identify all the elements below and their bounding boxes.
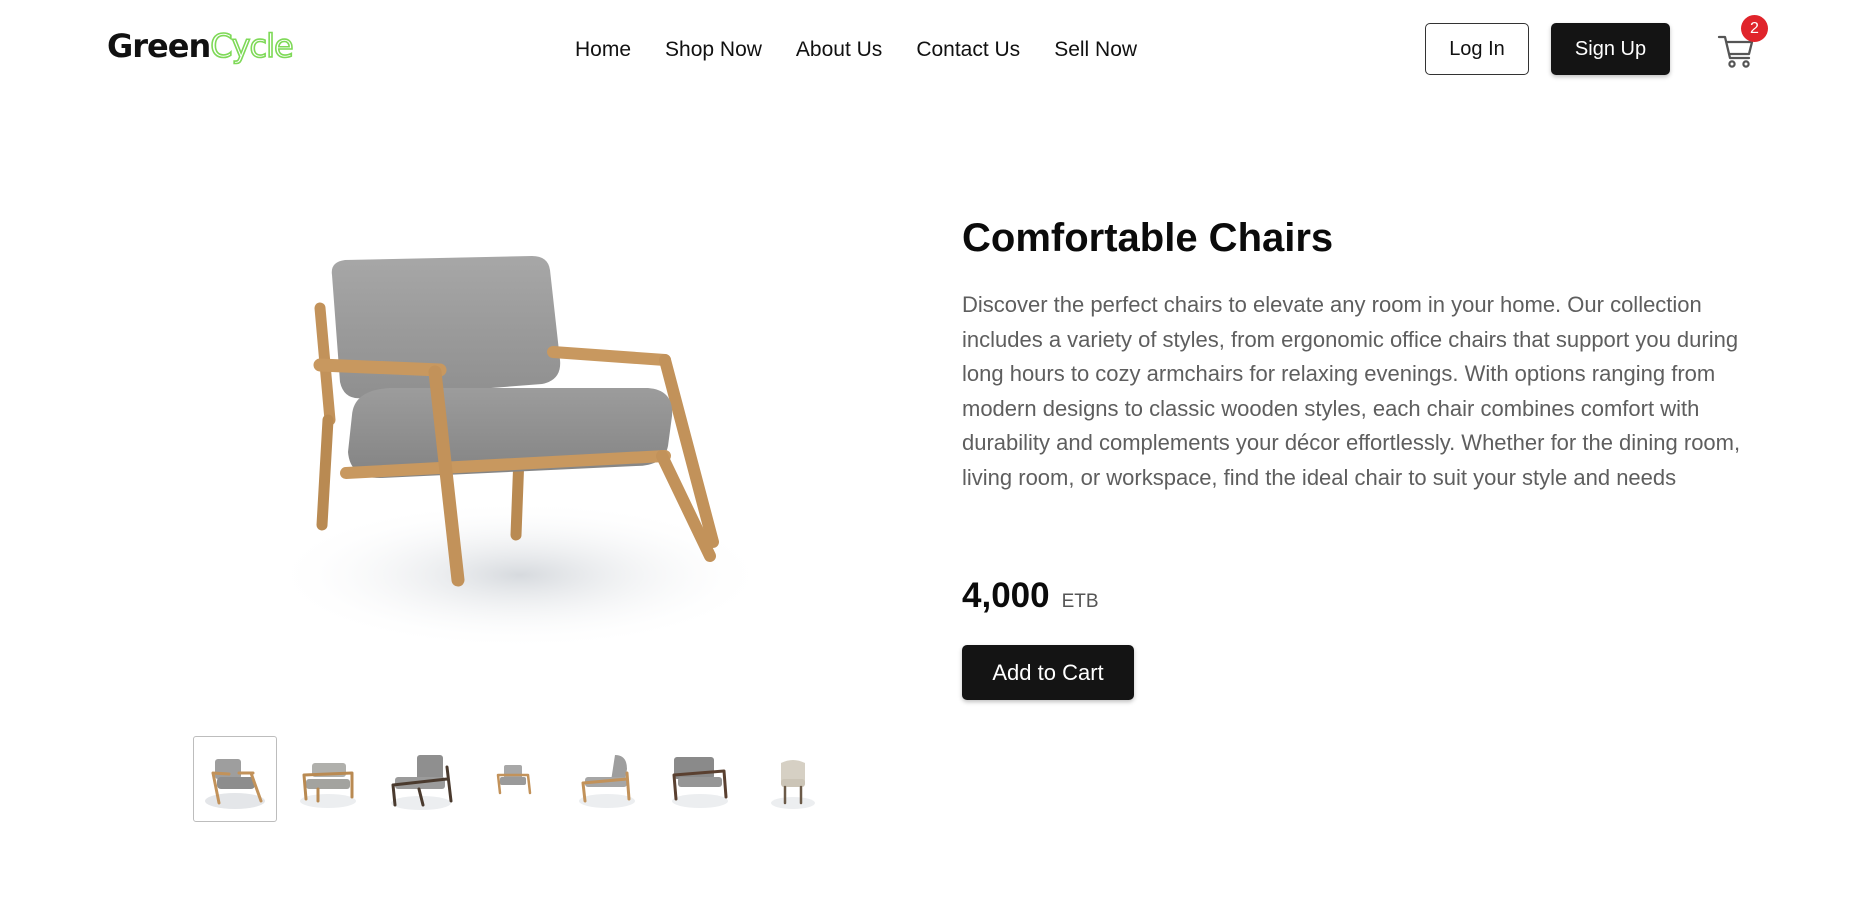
- product-main-image: [270, 220, 790, 680]
- nav-item-about-us[interactable]: About Us: [796, 36, 882, 64]
- product-thumbnails: [193, 736, 844, 822]
- login-button[interactable]: Log In: [1425, 23, 1529, 75]
- cart-count-badge: 2: [1741, 15, 1768, 42]
- brand-logo[interactable]: GreenCycle: [107, 26, 294, 66]
- price-amount: 4,000: [962, 576, 1050, 615]
- nav-item-contact-us[interactable]: Contact Us: [916, 36, 1020, 64]
- nav-item-shop-now[interactable]: Shop Now: [665, 36, 762, 64]
- brand-logo-part1: Green: [107, 27, 211, 65]
- signup-button[interactable]: Sign Up: [1551, 23, 1670, 75]
- chair-thumb-3[interactable]: [379, 736, 463, 822]
- nav-item-home[interactable]: Home: [575, 36, 631, 64]
- product-description: Discover the perfect chairs to elevate a…: [962, 292, 1741, 490]
- chair-thumb-5[interactable]: [565, 736, 649, 822]
- add-to-cart-button[interactable]: Add to Cart: [962, 645, 1134, 700]
- chair-thumb-6[interactable]: [658, 736, 742, 822]
- brand-logo-part2: Cycle: [209, 26, 294, 66]
- product-price: 4,000 ETB: [962, 576, 1099, 616]
- chair-thumb-1[interactable]: [193, 736, 277, 822]
- chair-thumb-4[interactable]: [472, 736, 556, 822]
- chair-thumb-7[interactable]: [751, 736, 835, 822]
- nav-item-sell-now[interactable]: Sell Now: [1054, 36, 1137, 64]
- site-header: GreenCycle Home Shop Now About Us Contac…: [0, 0, 1867, 98]
- price-currency: ETB: [1061, 591, 1099, 612]
- main-nav: Home Shop Now About Us Contact Us Sell N…: [575, 36, 1171, 64]
- chair-thumb-2[interactable]: [286, 736, 370, 822]
- product-title: Comfortable Chairs: [962, 216, 1334, 260]
